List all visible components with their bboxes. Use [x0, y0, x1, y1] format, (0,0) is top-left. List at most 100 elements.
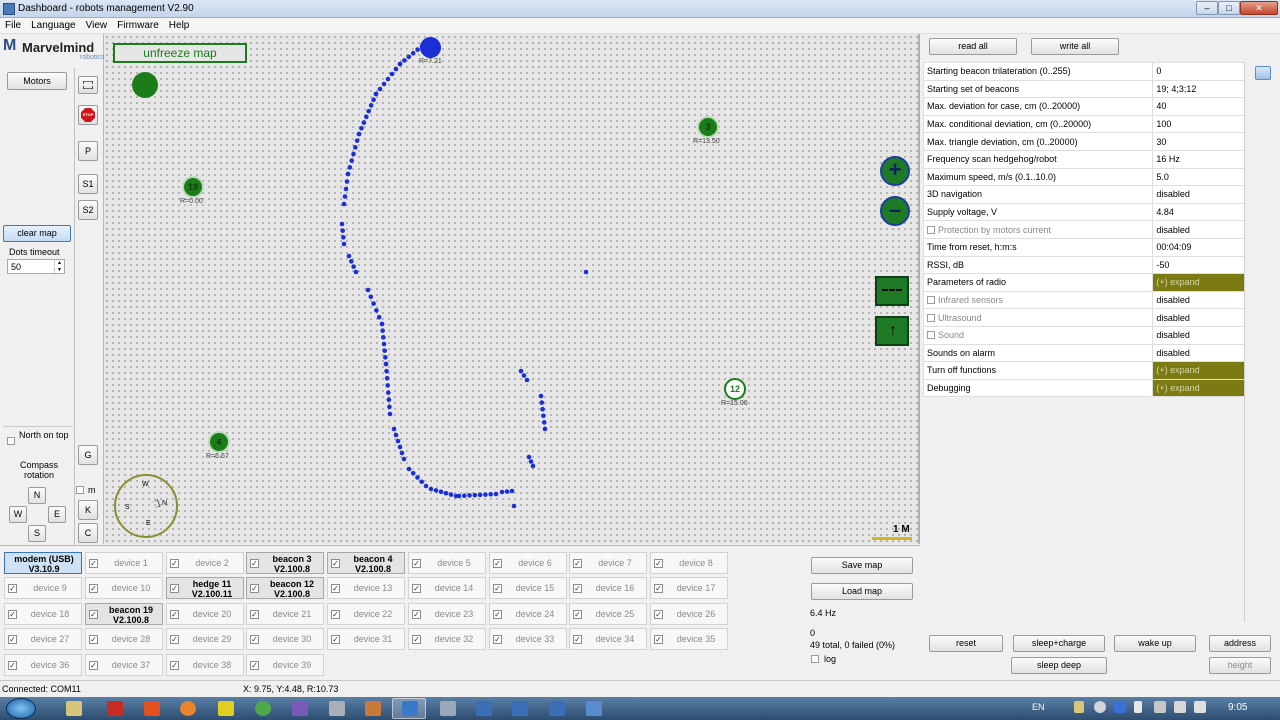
beacon-19[interactable]: 19	[182, 176, 204, 198]
compass-s-button[interactable]: S	[28, 525, 46, 542]
c-button[interactable]: C	[78, 523, 98, 543]
device-checkbox[interactable]: ✓	[250, 635, 259, 644]
param-value[interactable]: 00:04:09	[1152, 237, 1245, 257]
active-device[interactable]: ✓ hedge 11 V2.100.11	[166, 577, 244, 599]
device-checkbox[interactable]: ✓	[170, 559, 179, 568]
device-slot[interactable]: ✓ device 16	[569, 577, 647, 599]
device-slot[interactable]: ✓ device 31	[327, 628, 405, 650]
device-checkbox[interactable]: ✓	[8, 610, 17, 619]
param-row[interactable]: Parameters of radio (+) expand	[922, 273, 1245, 292]
device-checkbox[interactable]: ✓	[89, 559, 98, 568]
device-checkbox[interactable]: ✓	[250, 661, 259, 670]
device-slot[interactable]: ✓ device 5	[408, 552, 486, 574]
device-checkbox[interactable]: ✓	[331, 584, 340, 593]
param-value[interactable]: -50	[1152, 255, 1245, 275]
device-slot[interactable]: ✓ device 33	[489, 628, 567, 650]
reset-button[interactable]: reset	[929, 635, 1003, 652]
device-checkbox[interactable]: ✓	[170, 610, 179, 619]
device-slot[interactable]: ✓ device 2	[166, 552, 244, 574]
param-value[interactable]: disabled	[1152, 290, 1245, 310]
north-on-top-checkbox[interactable]	[7, 437, 15, 445]
filezilla-icon[interactable]	[107, 701, 123, 716]
spin-down-icon[interactable]: ▼	[54, 267, 64, 273]
language-indicator[interactable]: EN	[1032, 702, 1045, 712]
param-row[interactable]: Maximum speed, m/s (0.1..10.0) 5.0	[922, 167, 1245, 187]
app-icon[interactable]	[512, 701, 528, 716]
panel-toggle-icon[interactable]	[1255, 66, 1271, 80]
tray-icon[interactable]	[1094, 701, 1106, 713]
device-slot[interactable]: ✓ device 13	[327, 577, 405, 599]
param-value[interactable]: 40	[1152, 97, 1245, 116]
active-device[interactable]: ✓ beacon 12 V2.100.8	[246, 577, 324, 599]
device-checkbox[interactable]: ✓	[412, 610, 421, 619]
param-row[interactable]: Infrared sensors disabled	[922, 290, 1245, 310]
param-row[interactable]: Ultrasound disabled	[922, 308, 1245, 327]
modem-device[interactable]: modem (USB) V3.10.9	[4, 552, 82, 574]
device-checkbox[interactable]: ✓	[250, 610, 259, 619]
write-all-button[interactable]: write all	[1031, 38, 1119, 55]
device-checkbox[interactable]: ✓	[250, 559, 259, 568]
device-slot[interactable]: ✓ device 35	[650, 628, 728, 650]
param-value[interactable]: disabled	[1152, 220, 1245, 239]
device-slot[interactable]: ✓ device 37	[85, 654, 163, 676]
device-checkbox[interactable]: ✓	[573, 559, 582, 568]
param-row[interactable]: Time from reset, h:m:s 00:04:09	[922, 237, 1245, 257]
device-checkbox[interactable]: ✓	[8, 661, 17, 670]
app-icon[interactable]	[292, 701, 308, 716]
device-slot[interactable]: ✓ device 39	[246, 654, 324, 676]
device-slot[interactable]: ✓ device 15	[489, 577, 567, 599]
device-slot[interactable]: ✓ device 6	[489, 552, 567, 574]
param-row[interactable]: Sounds on alarm disabled	[922, 343, 1245, 363]
param-value[interactable]: 0	[1152, 62, 1245, 81]
g-button[interactable]: G	[78, 445, 98, 465]
device-slot[interactable]: ✓ device 1	[85, 552, 163, 574]
device-slot[interactable]: ✓ device 38	[166, 654, 244, 676]
app-icon[interactable]	[586, 701, 602, 716]
s2-button[interactable]: S2	[78, 200, 98, 220]
device-checkbox[interactable]: ✓	[493, 610, 502, 619]
device-checkbox[interactable]: ✓	[89, 584, 98, 593]
tray-icon[interactable]	[1074, 701, 1084, 713]
s1-button[interactable]: S1	[78, 174, 98, 194]
device-slot[interactable]: ✓ device 24	[489, 603, 567, 625]
minimize-button[interactable]: –	[1196, 1, 1218, 15]
log-checkbox[interactable]	[811, 655, 819, 663]
app-icon[interactable]	[144, 701, 160, 716]
menu-file[interactable]: File	[0, 18, 26, 33]
device-slot[interactable]: ✓ device 18	[4, 603, 82, 625]
device-checkbox[interactable]: ✓	[573, 610, 582, 619]
beacon-4[interactable]: 4	[208, 431, 230, 453]
tray-icon[interactable]	[1114, 701, 1126, 713]
tray-icon[interactable]	[1154, 701, 1166, 713]
load-map-button[interactable]: Load map	[811, 583, 913, 600]
device-checkbox[interactable]: ✓	[170, 635, 179, 644]
app-icon[interactable]	[365, 701, 381, 716]
device-slot[interactable]: ✓ device 28	[85, 628, 163, 650]
beacon-12[interactable]: 12	[724, 378, 746, 400]
param-checkbox[interactable]	[927, 225, 935, 234]
param-value[interactable]: 19; 4;3;12	[1152, 79, 1245, 99]
device-slot[interactable]: ✓ device 23	[408, 603, 486, 625]
param-value[interactable]: disabled	[1152, 325, 1245, 345]
sleep-charge-button[interactable]: sleep+charge	[1013, 635, 1105, 652]
param-row[interactable]: Starting beacon trilateration (0..255) 0	[922, 62, 1245, 81]
device-checkbox[interactable]: ✓	[89, 610, 98, 619]
device-slot[interactable]: ✓ device 9	[4, 577, 82, 599]
device-checkbox[interactable]: ✓	[8, 584, 17, 593]
device-checkbox[interactable]: ✓	[493, 559, 502, 568]
device-checkbox[interactable]: ✓	[331, 610, 340, 619]
param-value[interactable]: disabled	[1152, 343, 1245, 363]
device-checkbox[interactable]: ✓	[250, 584, 259, 593]
device-slot[interactable]: ✓ device 8	[650, 552, 728, 574]
close-button[interactable]: ✕	[1240, 1, 1278, 15]
device-checkbox[interactable]: ✓	[493, 635, 502, 644]
param-row[interactable]: Max. deviation for case, cm (0..20000) 40	[922, 97, 1245, 116]
app-icon[interactable]	[549, 701, 565, 716]
battery-icon[interactable]	[1134, 701, 1142, 713]
device-slot[interactable]: ✓ device 29	[166, 628, 244, 650]
device-checkbox[interactable]: ✓	[493, 584, 502, 593]
device-checkbox[interactable]: ✓	[412, 635, 421, 644]
zoom-out-icon[interactable]: –	[880, 196, 910, 226]
param-row[interactable]: Supply voltage, V 4.84	[922, 202, 1245, 222]
device-slot[interactable]: ✓ device 36	[4, 654, 82, 676]
